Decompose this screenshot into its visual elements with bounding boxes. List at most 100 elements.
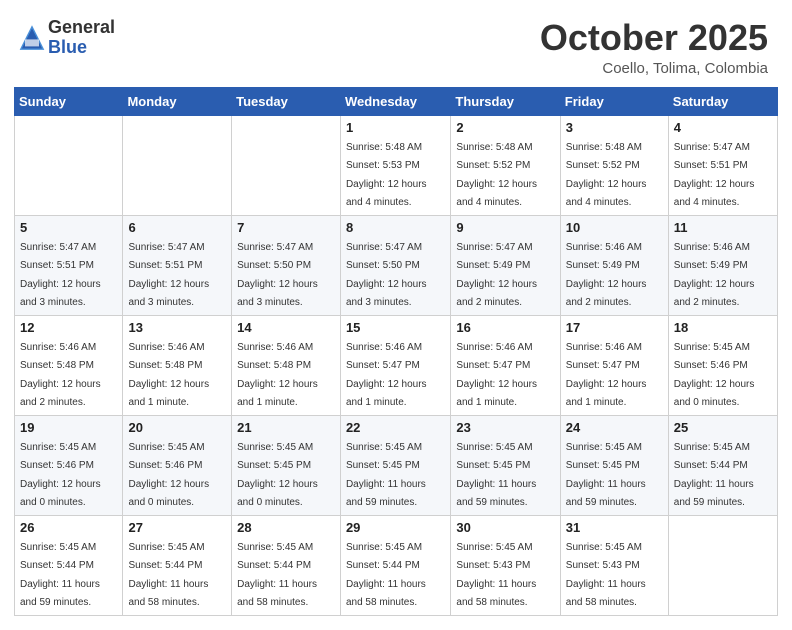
day-info: Sunrise: 5:46 AM Sunset: 5:47 PM Dayligh…: [456, 342, 537, 409]
logo-icon: [18, 24, 46, 52]
day-number: 8: [346, 220, 445, 235]
day-info: Sunrise: 5:45 AM Sunset: 5:46 PM Dayligh…: [20, 442, 101, 509]
col-header-saturday: Saturday: [668, 87, 777, 115]
day-info: Sunrise: 5:48 AM Sunset: 5:53 PM Dayligh…: [346, 142, 427, 209]
day-cell: 23Sunrise: 5:45 AM Sunset: 5:45 PM Dayli…: [451, 415, 560, 515]
logo-text: General Blue: [48, 18, 115, 58]
day-cell: 4 Sunrise: 5:47 AM Sunset: 5:51 PM Daylig…: [668, 115, 777, 215]
day-number: 12: [20, 320, 117, 335]
day-cell: 2 Sunrise: 5:48 AM Sunset: 5:52 PM Daylig…: [451, 115, 560, 215]
day-number: 28: [237, 520, 335, 535]
day-number: 27: [128, 520, 226, 535]
logo-blue: Blue: [48, 38, 115, 58]
day-number: 31: [566, 520, 663, 535]
day-cell: 12 Sunrise: 5:46 AM Sunset: 5:48 PM Dayli…: [15, 315, 123, 415]
day-number: 4: [674, 120, 772, 135]
week-row-1: 1 Sunrise: 5:48 AM Sunset: 5:53 PM Daylig…: [15, 115, 778, 215]
day-number: 21: [237, 420, 335, 435]
day-number: 14: [237, 320, 335, 335]
day-cell: 27 Sunrise: 5:45 AM Sunset: 5:44 PM Dayli…: [123, 515, 232, 615]
day-number: 19: [20, 420, 117, 435]
day-number: 1: [346, 120, 445, 135]
page: General Blue October 2025 Coello, Tolima…: [0, 0, 792, 630]
day-number: 29: [346, 520, 445, 535]
month-title: October 2025: [540, 18, 768, 58]
calendar-wrapper: SundayMondayTuesdayWednesdayThursdayFrid…: [0, 87, 792, 630]
day-number: 20: [128, 420, 226, 435]
day-info: Sunrise: 5:45 AM Sunset: 5:45 PM Dayligh…: [566, 442, 646, 509]
col-header-tuesday: Tuesday: [232, 87, 341, 115]
day-number: 6: [128, 220, 226, 235]
day-number: 2: [456, 120, 554, 135]
day-cell: 25 Sunrise: 5:45 AM Sunset: 5:44 PM Dayli…: [668, 415, 777, 515]
day-info: Sunrise: 5:45 AM Sunset: 5:44 PM Dayligh…: [674, 442, 754, 509]
day-cell: 6 Sunrise: 5:47 AM Sunset: 5:51 PM Daylig…: [123, 215, 232, 315]
day-number: 16: [456, 320, 554, 335]
day-cell: 10Sunrise: 5:46 AM Sunset: 5:49 PM Dayli…: [560, 215, 668, 315]
day-info: Sunrise: 5:47 AM Sunset: 5:51 PM Dayligh…: [20, 242, 101, 309]
day-info: Sunrise: 5:45 AM Sunset: 5:46 PM Dayligh…: [674, 342, 755, 409]
day-number: 9: [456, 220, 554, 235]
day-number: 24: [566, 420, 663, 435]
day-cell: 16 Sunrise: 5:46 AM Sunset: 5:47 PM Dayli…: [451, 315, 560, 415]
day-number: 22: [346, 420, 445, 435]
day-info: Sunrise: 5:47 AM Sunset: 5:51 PM Dayligh…: [128, 242, 209, 309]
logo-general: General: [48, 18, 115, 38]
week-row-5: 26 Sunrise: 5:45 AM Sunset: 5:44 PM Dayli…: [15, 515, 778, 615]
day-info: Sunrise: 5:47 AM Sunset: 5:50 PM Dayligh…: [346, 242, 427, 309]
day-number: 23: [456, 420, 554, 435]
day-number: 3: [566, 120, 663, 135]
col-header-friday: Friday: [560, 87, 668, 115]
day-cell: 7Sunrise: 5:47 AM Sunset: 5:50 PM Daylig…: [232, 215, 341, 315]
day-cell: 19 Sunrise: 5:45 AM Sunset: 5:46 PM Dayli…: [15, 415, 123, 515]
calendar-header-row: SundayMondayTuesdayWednesdayThursdayFrid…: [15, 87, 778, 115]
week-row-2: 5 Sunrise: 5:47 AM Sunset: 5:51 PM Daylig…: [15, 215, 778, 315]
day-cell: 5 Sunrise: 5:47 AM Sunset: 5:51 PM Daylig…: [15, 215, 123, 315]
day-info: Sunrise: 5:48 AM Sunset: 5:52 PM Dayligh…: [456, 142, 537, 209]
day-number: 30: [456, 520, 554, 535]
day-info: Sunrise: 5:45 AM Sunset: 5:46 PM Dayligh…: [128, 442, 209, 509]
day-number: 5: [20, 220, 117, 235]
day-number: 26: [20, 520, 117, 535]
day-info: Sunrise: 5:45 AM Sunset: 5:44 PM Dayligh…: [128, 542, 208, 609]
day-number: 25: [674, 420, 772, 435]
day-cell: 11Sunrise: 5:46 AM Sunset: 5:49 PM Dayli…: [668, 215, 777, 315]
day-number: 7: [237, 220, 335, 235]
day-info: Sunrise: 5:45 AM Sunset: 5:43 PM Dayligh…: [456, 542, 536, 609]
day-cell: 9 Sunrise: 5:47 AM Sunset: 5:49 PM Daylig…: [451, 215, 560, 315]
day-number: 13: [128, 320, 226, 335]
day-cell: 15Sunrise: 5:46 AM Sunset: 5:47 PM Dayli…: [340, 315, 450, 415]
day-cell: [15, 115, 123, 215]
col-header-thursday: Thursday: [451, 87, 560, 115]
day-cell: 21 Sunrise: 5:45 AM Sunset: 5:45 PM Dayli…: [232, 415, 341, 515]
day-cell: 14 Sunrise: 5:46 AM Sunset: 5:48 PM Dayli…: [232, 315, 341, 415]
day-info: Sunrise: 5:45 AM Sunset: 5:44 PM Dayligh…: [346, 542, 426, 609]
day-info: Sunrise: 5:45 AM Sunset: 5:43 PM Dayligh…: [566, 542, 646, 609]
day-info: Sunrise: 5:46 AM Sunset: 5:47 PM Dayligh…: [566, 342, 647, 409]
day-info: Sunrise: 5:45 AM Sunset: 5:44 PM Dayligh…: [237, 542, 317, 609]
day-info: Sunrise: 5:46 AM Sunset: 5:49 PM Dayligh…: [674, 242, 755, 309]
day-cell: [123, 115, 232, 215]
day-info: Sunrise: 5:46 AM Sunset: 5:49 PM Dayligh…: [566, 242, 647, 309]
header: General Blue October 2025 Coello, Tolima…: [0, 0, 792, 87]
day-info: Sunrise: 5:48 AM Sunset: 5:52 PM Dayligh…: [566, 142, 647, 209]
day-info: Sunrise: 5:47 AM Sunset: 5:51 PM Dayligh…: [674, 142, 755, 209]
day-cell: 3 Sunrise: 5:48 AM Sunset: 5:52 PM Daylig…: [560, 115, 668, 215]
week-row-3: 12 Sunrise: 5:46 AM Sunset: 5:48 PM Dayli…: [15, 315, 778, 415]
day-cell: [668, 515, 777, 615]
day-cell: 20 Sunrise: 5:45 AM Sunset: 5:46 PM Dayli…: [123, 415, 232, 515]
day-number: 17: [566, 320, 663, 335]
day-cell: 28 Sunrise: 5:45 AM Sunset: 5:44 PM Dayli…: [232, 515, 341, 615]
day-info: Sunrise: 5:46 AM Sunset: 5:48 PM Dayligh…: [237, 342, 318, 409]
calendar-body: 1 Sunrise: 5:48 AM Sunset: 5:53 PM Daylig…: [15, 115, 778, 615]
day-cell: 1 Sunrise: 5:48 AM Sunset: 5:53 PM Daylig…: [340, 115, 450, 215]
location: Coello, Tolima, Colombia: [540, 60, 768, 77]
day-info: Sunrise: 5:46 AM Sunset: 5:48 PM Dayligh…: [20, 342, 101, 409]
day-info: Sunrise: 5:47 AM Sunset: 5:49 PM Dayligh…: [456, 242, 537, 309]
day-info: Sunrise: 5:45 AM Sunset: 5:45 PM Dayligh…: [346, 442, 426, 509]
day-info: Sunrise: 5:45 AM Sunset: 5:45 PM Dayligh…: [237, 442, 318, 509]
week-row-4: 19 Sunrise: 5:45 AM Sunset: 5:46 PM Dayli…: [15, 415, 778, 515]
title-area: October 2025 Coello, Tolima, Colombia: [540, 18, 768, 77]
day-cell: 26Sunrise: 5:45 AM Sunset: 5:44 PM Dayli…: [15, 515, 123, 615]
day-cell: 31 Sunrise: 5:45 AM Sunset: 5:43 PM Dayli…: [560, 515, 668, 615]
